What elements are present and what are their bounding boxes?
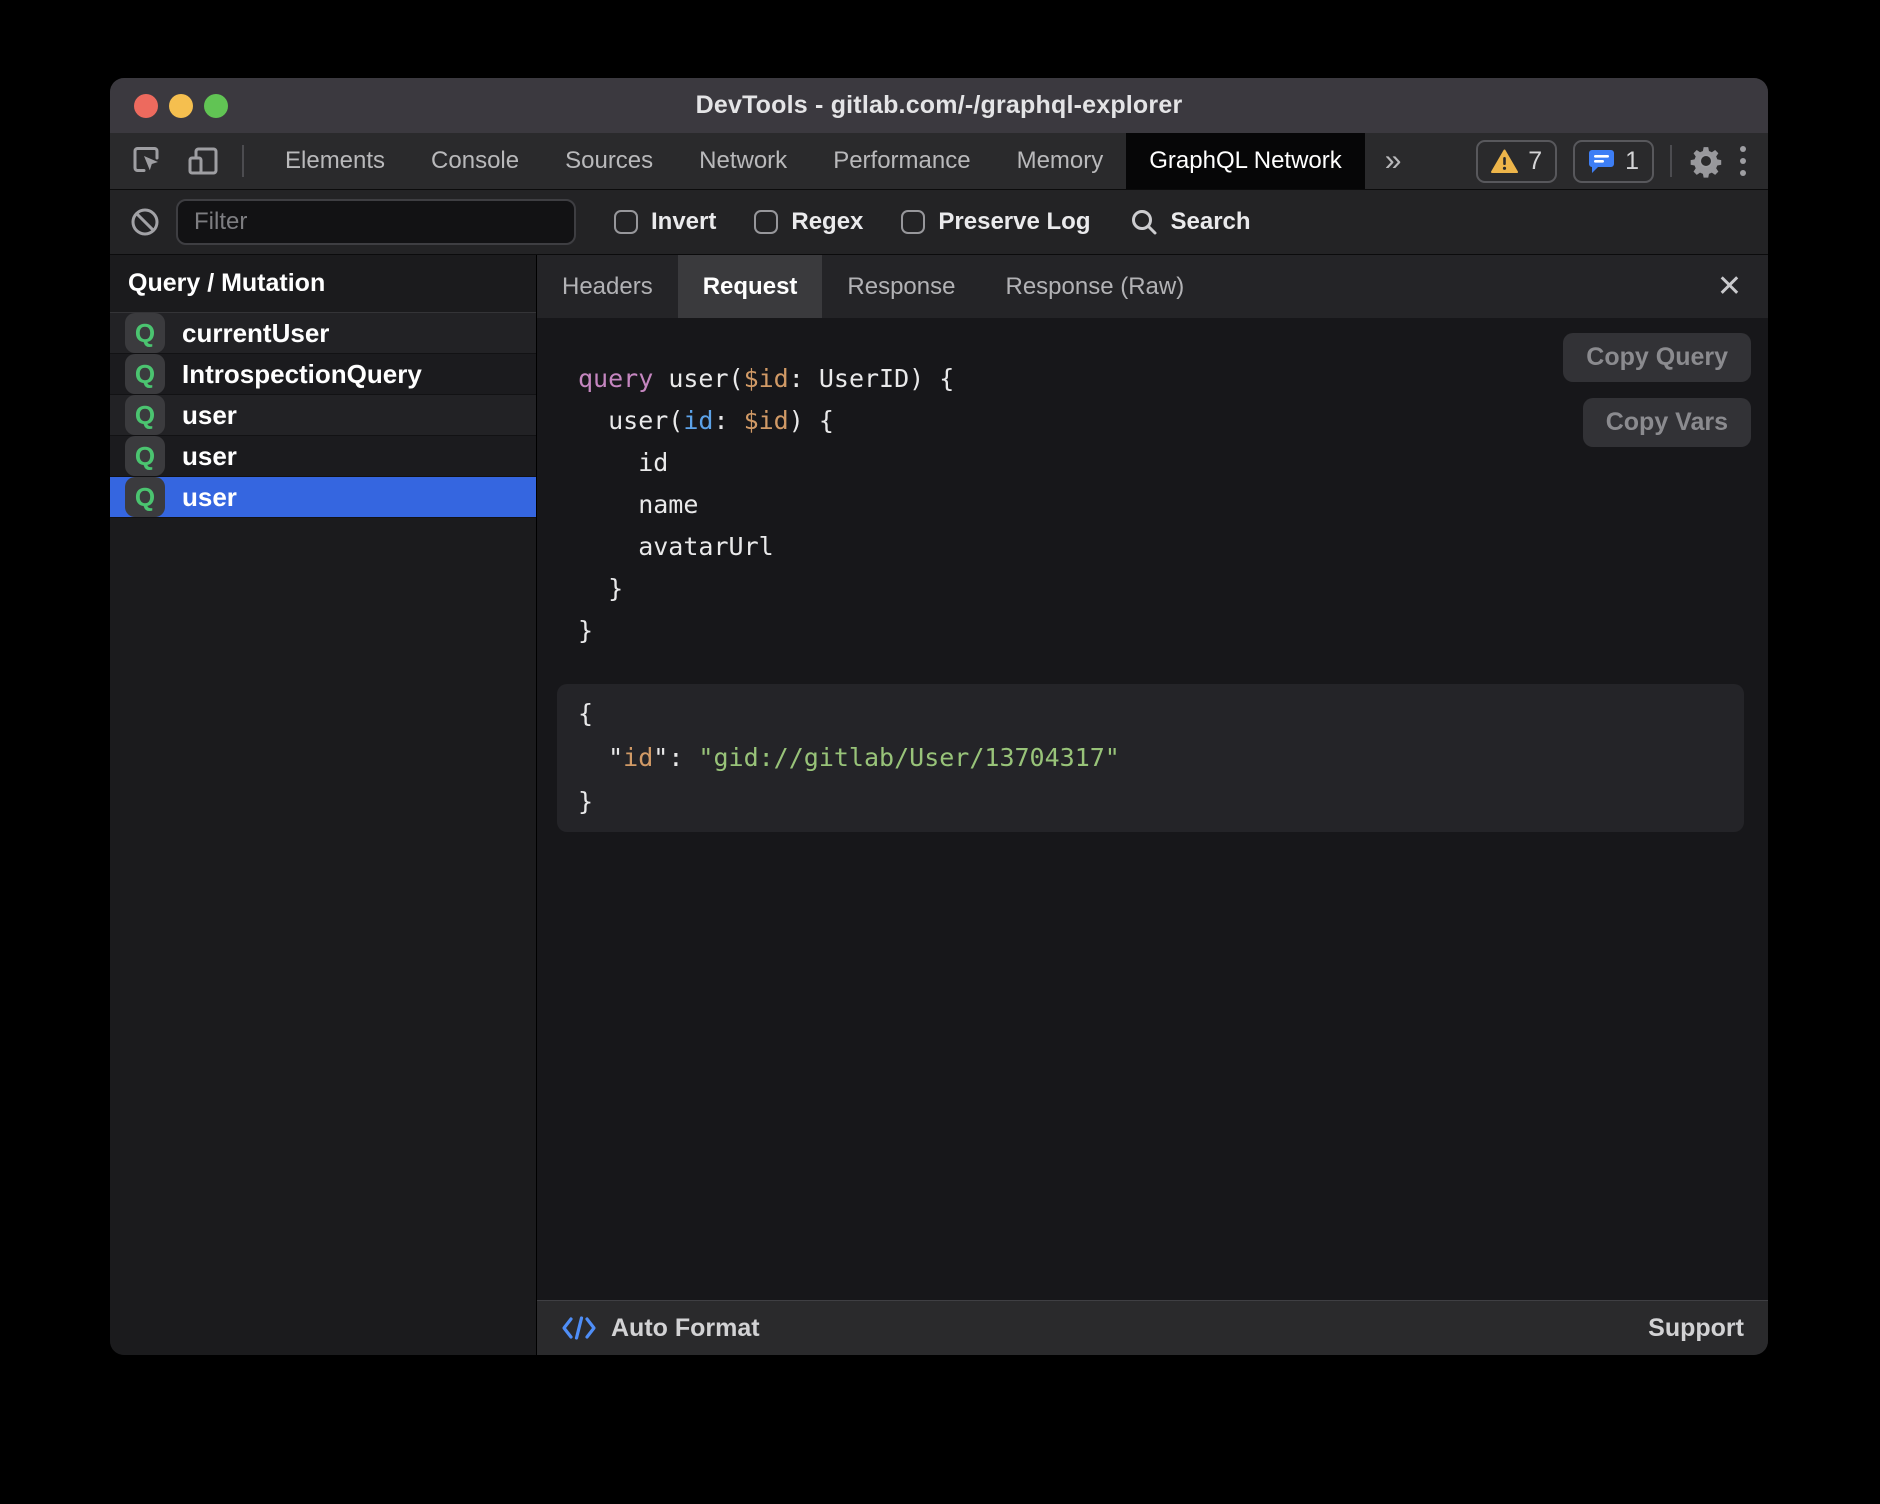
window-title: DevTools - gitlab.com/-/graphql-explorer [696,91,1183,120]
inspect-element-icon[interactable] [130,144,164,178]
more-tabs-chevron-icon[interactable]: » [1365,133,1422,189]
issues-badge[interactable]: 1 [1573,140,1654,183]
issues-count: 1 [1625,147,1639,176]
warnings-count: 7 [1528,147,1542,176]
warning-triangle-icon [1491,149,1518,174]
request-panel: query user($id: UserID) { user(id: $id) … [537,318,1768,1300]
device-toolbar-icon[interactable] [186,144,220,178]
query-name-label: user [182,441,237,472]
copy-query-button[interactable]: Copy Query [1563,333,1751,382]
checkbox-label: Regex [791,208,863,236]
code-line: avatarUrl [578,526,1746,568]
checkbox-regex[interactable]: Regex [754,208,863,236]
query-type-badge: Q [125,395,165,435]
detail-tab-bar: HeadersRequestResponseResponse (Raw) ✕ [537,255,1768,318]
code-line: } [578,610,1746,652]
copy-vars-button[interactable]: Copy Vars [1583,398,1751,447]
chat-bubble-icon [1588,148,1615,174]
more-options-icon[interactable] [1740,146,1746,176]
checkbox-box[interactable] [754,210,778,234]
tab-network[interactable]: Network [676,133,810,189]
warnings-badge[interactable]: 7 [1476,140,1557,183]
query-list-panel: Query / Mutation QcurrentUserQIntrospect… [110,255,537,1355]
query-type-badge: Q [125,354,165,394]
checkbox-box[interactable] [901,210,925,234]
code-line: "id": "gid://gitlab/User/13704317" [578,736,1744,780]
query-type-badge: Q [125,436,165,476]
search-label: Search [1170,208,1250,236]
panel-tabs: ElementsConsoleSourcesNetworkPerformance… [262,133,1365,189]
query-variables-box: { "id": "gid://gitlab/User/13704317"} [557,684,1744,832]
code-line: { [578,692,1744,736]
code-line: } [578,568,1746,610]
checkbox-box[interactable] [614,210,638,234]
search-icon [1130,208,1158,236]
close-detail-icon[interactable]: ✕ [1713,268,1746,306]
checkbox-invert[interactable]: Invert [614,208,716,236]
tab-elements[interactable]: Elements [262,133,408,189]
query-list-item[interactable]: Quser [110,477,536,518]
query-name-label: IntrospectionQuery [182,359,422,390]
title-bar: DevTools - gitlab.com/-/graphql-explorer [110,78,1768,133]
query-name-label: user [182,482,237,513]
devtools-window: DevTools - gitlab.com/-/graphql-explorer… [110,78,1768,1355]
checkbox-label: Preserve Log [938,208,1090,236]
tab-sources[interactable]: Sources [542,133,676,189]
clear-filter-icon[interactable] [130,207,160,237]
query-list-item[interactable]: Quser [110,436,536,477]
query-list-item[interactable]: Quser [110,395,536,436]
actions-separator [1670,145,1672,177]
tab-console[interactable]: Console [408,133,542,189]
code-line: name [578,484,1746,526]
code-line: id [578,442,1746,484]
auto-format-icon [561,1314,597,1342]
query-list-item[interactable]: QcurrentUser [110,313,536,354]
filter-bar: Invert Regex Preserve Log Search [110,190,1768,255]
checkbox-label: Invert [651,208,716,236]
code-line: } [578,780,1744,824]
support-link[interactable]: Support [1648,1314,1744,1343]
query-list-header: Query / Mutation [110,255,536,313]
query-type-badge: Q [125,477,165,517]
auto-format-button[interactable]: Auto Format [611,1314,760,1343]
devtools-tab-bar: ElementsConsoleSourcesNetworkPerformance… [110,133,1768,190]
tab-graphql-network[interactable]: GraphQL Network [1126,133,1365,189]
code-line: user(id: $id) { [578,400,1746,442]
settings-gear-icon[interactable] [1688,143,1724,179]
checkbox-preserve-log[interactable]: Preserve Log [901,208,1090,236]
filter-checkboxes: Invert Regex Preserve Log [614,208,1090,236]
query-list-item[interactable]: Q IntrospectionQuery [110,354,536,395]
status-bar: Auto Format Support [537,1300,1768,1355]
query-type-badge: Q [125,313,165,353]
minimize-window-button[interactable] [169,94,193,118]
zoom-window-button[interactable] [204,94,228,118]
toolbar-separator [242,145,244,177]
query-name-label: user [182,400,237,431]
detail-tab-response[interactable]: Response [822,255,980,318]
detail-tab-response-raw-[interactable]: Response (Raw) [980,255,1209,318]
detail-tab-headers[interactable]: Headers [537,255,678,318]
query-name-label: currentUser [182,318,329,349]
query-list: QcurrentUserQIntrospectionQueryQuserQuse… [110,313,536,518]
close-window-button[interactable] [134,94,158,118]
tab-memory[interactable]: Memory [994,133,1127,189]
graphql-query-code: query user($id: UserID) { user(id: $id) … [557,358,1746,652]
detail-tab-request[interactable]: Request [678,255,823,318]
filter-input[interactable] [176,199,576,245]
tab-performance[interactable]: Performance [810,133,993,189]
search-toggle[interactable]: Search [1130,208,1250,236]
traffic-lights [134,94,228,118]
